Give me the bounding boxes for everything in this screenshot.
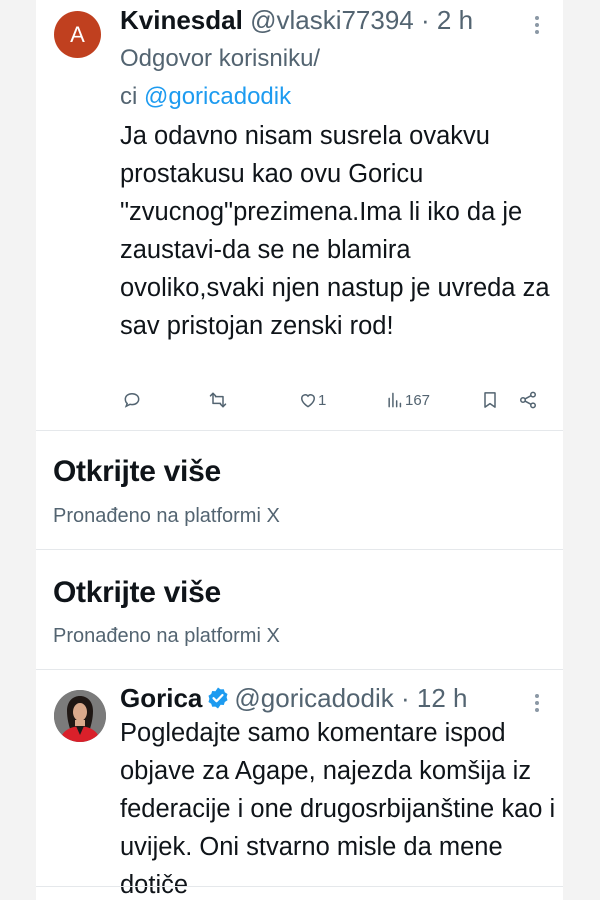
bookmark-button[interactable] [480, 385, 500, 415]
more-options-icon[interactable] [534, 14, 540, 36]
share-icon [519, 391, 537, 409]
tweet-actions: 1 167 [120, 385, 550, 415]
reply-icon [124, 392, 140, 408]
tweet-header: Kvinesdal @vlaski77394 · 2 h [120, 2, 473, 38]
timeline: A Kvinesdal @vlaski77394 · 2 h Odgovor k… [36, 0, 563, 900]
heart-icon [300, 394, 316, 408]
divider [36, 549, 563, 550]
author-name[interactable]: Gorica [120, 683, 202, 713]
retweet-icon [209, 392, 227, 408]
timestamp[interactable]: 2 h [437, 5, 473, 35]
like-count: 1 [318, 391, 327, 409]
avatar[interactable]: A [54, 11, 101, 58]
tweet-header: Gorica @goricadodik · 12 h [120, 680, 467, 716]
section-subtitle: Pronađeno na platformi X [53, 625, 280, 647]
like-button[interactable]: 1 [298, 385, 326, 415]
bookmark-icon [484, 392, 496, 408]
profile-photo [54, 690, 106, 742]
tweet-text: Ja odavno nisam susrela ovakvu prostakus… [120, 122, 550, 340]
separator: · [413, 5, 437, 35]
author-handle[interactable]: @goricadodik [234, 683, 393, 713]
views-button[interactable]: 167 [385, 385, 430, 415]
author-handle[interactable]: @vlaski77394 [250, 5, 414, 35]
separator: · [393, 683, 417, 713]
more-options-icon[interactable] [534, 692, 540, 714]
divider [36, 430, 563, 431]
section-subtitle: Pronađeno na platformi X [53, 505, 280, 527]
reply-mention-link[interactable]: @goricadodik [144, 83, 291, 110]
avatar[interactable] [54, 690, 106, 742]
verified-badge-icon [208, 687, 228, 709]
share-button[interactable] [518, 385, 538, 415]
retweet-button[interactable] [208, 385, 228, 415]
author-name[interactable]: Kvinesdal [120, 5, 243, 35]
section-title: Otkrijte više [53, 576, 221, 609]
reply-context: Odgovor korisniku/ ci @goricadodik [120, 40, 320, 116]
reply-button[interactable] [122, 385, 142, 415]
tweet-text: Pogledajte samo komentare ispod objave z… [120, 719, 556, 899]
reply-prefix-2: ci [120, 83, 144, 110]
timestamp[interactable]: 12 h [417, 683, 468, 713]
reply-prefix: Odgovor korisniku/ [120, 45, 321, 72]
section-title: Otkrijte više [53, 455, 221, 488]
analytics-icon [388, 392, 402, 408]
divider [36, 669, 563, 670]
view-count: 167 [405, 391, 431, 409]
divider [36, 886, 563, 887]
